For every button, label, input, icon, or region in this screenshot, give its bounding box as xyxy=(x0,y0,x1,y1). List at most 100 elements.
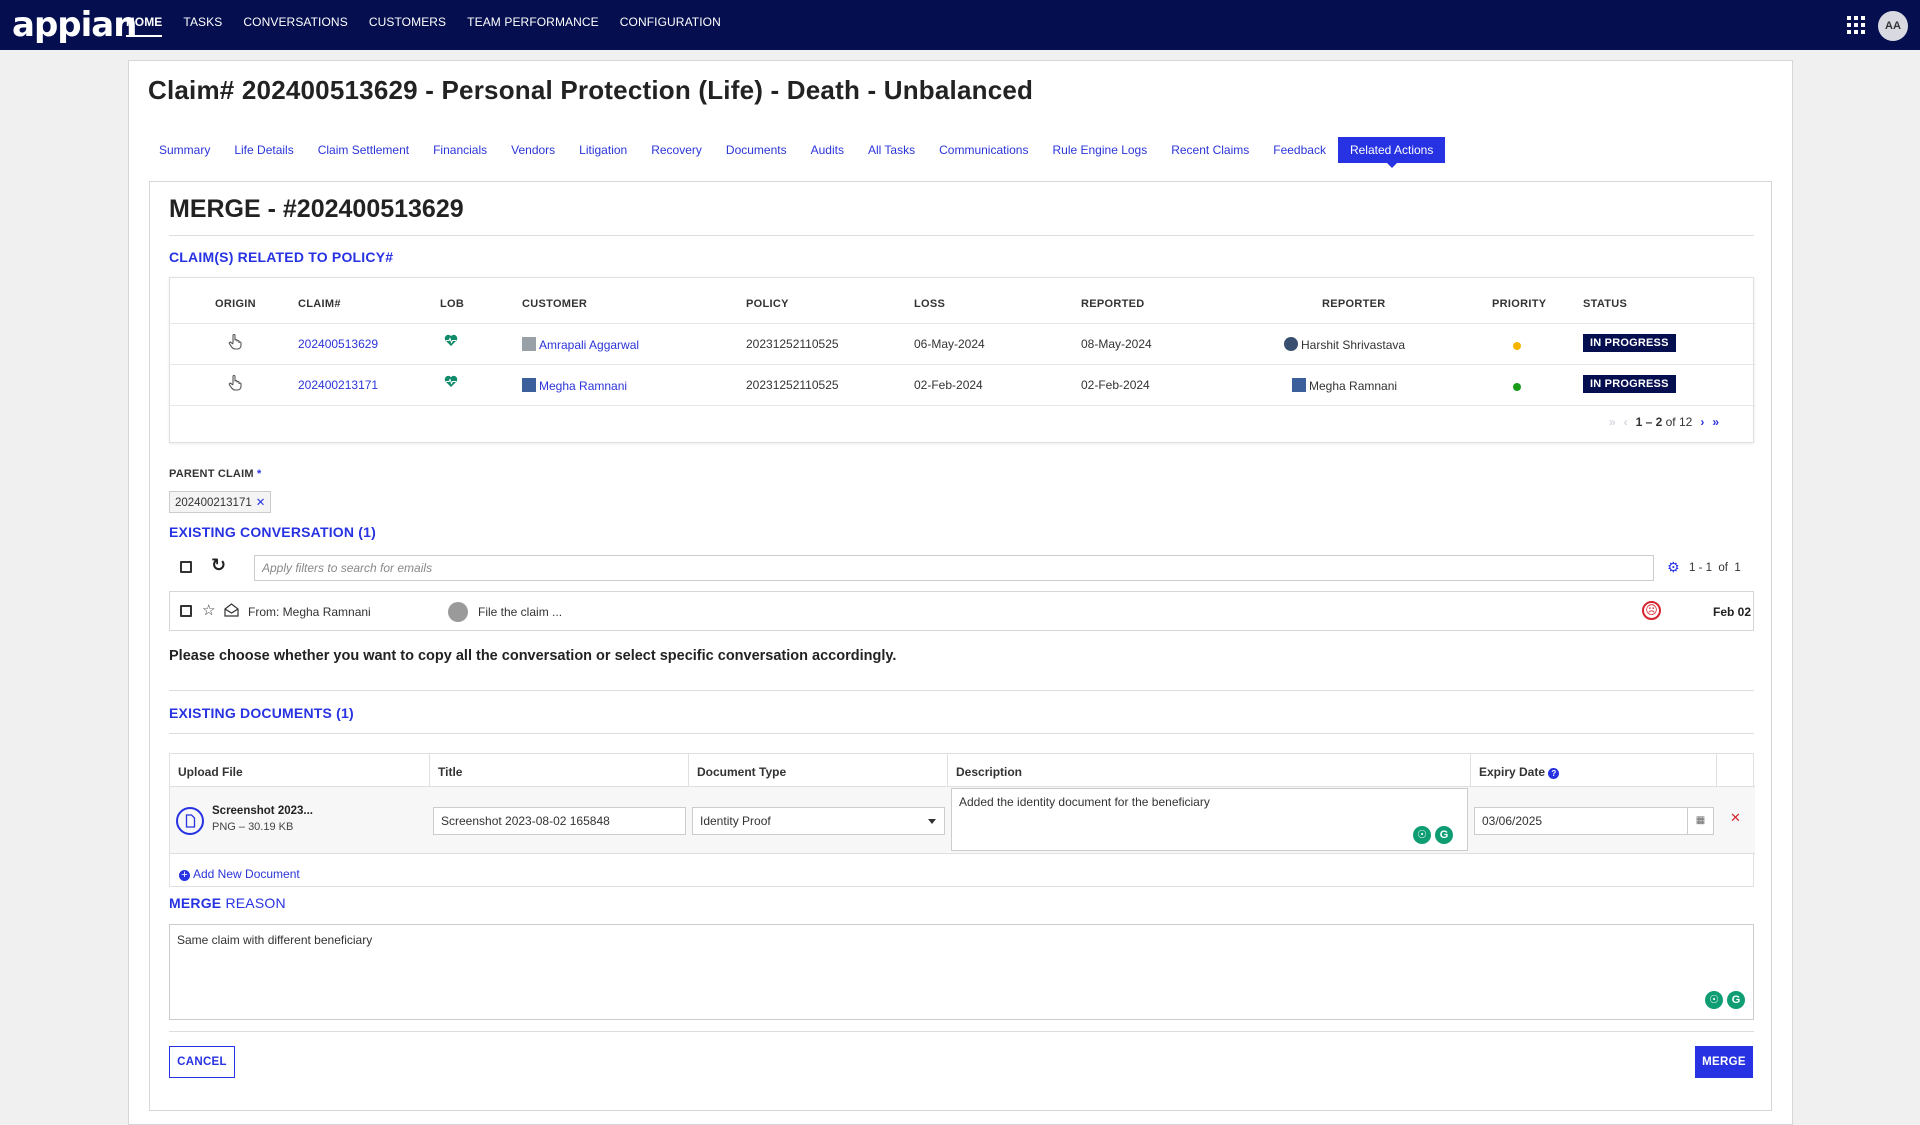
merge-reason-textarea[interactable]: Same claim with different beneficiary ☉ … xyxy=(169,924,1754,1020)
col-lob: LOB xyxy=(440,298,465,310)
tab-documents[interactable]: Documents xyxy=(714,137,799,163)
cancel-button[interactable]: CANCEL xyxy=(169,1046,235,1078)
file-name[interactable]: Screenshot 2023... xyxy=(212,805,313,817)
refresh-icon[interactable]: ↻ xyxy=(211,555,226,576)
select-all-checkbox[interactable] xyxy=(180,561,192,573)
remove-chip-icon[interactable]: ✕ xyxy=(256,497,266,509)
col-title: Title xyxy=(438,765,463,779)
file-meta: PNG – 30.19 KB xyxy=(212,821,294,833)
policy-value: 20231252110525 xyxy=(746,378,839,392)
tab-summary[interactable]: Summary xyxy=(147,137,222,163)
customer-link[interactable]: Megha Ramnani xyxy=(522,378,627,393)
nav-conversations[interactable]: CONVERSATIONS xyxy=(243,0,347,50)
document-row: Screenshot 2023... PNG – 30.19 KB Screen… xyxy=(170,787,1755,854)
user-avatar[interactable]: AA xyxy=(1878,11,1908,41)
grammarly-icon[interactable]: G xyxy=(1435,826,1453,844)
tab-related-actions[interactable]: Related Actions xyxy=(1337,137,1446,168)
tab-feedback[interactable]: Feedback xyxy=(1261,137,1338,163)
star-icon[interactable]: ☆ xyxy=(202,601,215,619)
lightbulb-icon[interactable]: ☉ xyxy=(1413,826,1431,844)
nav-team-performance[interactable]: TEAM PERFORMANCE xyxy=(467,0,599,50)
prev-page-icon[interactable]: ‹ xyxy=(1624,415,1628,429)
tab-litigation[interactable]: Litigation xyxy=(567,137,639,163)
apps-grid-icon[interactable] xyxy=(1847,16,1865,34)
gears-icon[interactable]: ⚙ xyxy=(1667,559,1680,576)
conversation-date: Feb 02 xyxy=(1713,605,1752,619)
col-customer: CUSTOMER xyxy=(522,298,588,310)
grammarly-widget[interactable]: ☉ G xyxy=(1413,826,1453,844)
envelope-open-icon xyxy=(224,603,239,620)
customer-link[interactable]: Amrapali Aggarwal xyxy=(522,337,639,352)
claim-card: Claim# 202400513629 - Personal Protectio… xyxy=(128,60,1793,1125)
grammarly-icon[interactable]: G xyxy=(1727,991,1745,1009)
tab-claim-settlement[interactable]: Claim Settlement xyxy=(306,137,421,163)
merge-title: MERGE - #202400513629 xyxy=(169,195,464,223)
nav-customers[interactable]: CUSTOMERS xyxy=(369,0,446,50)
tab-life-details[interactable]: Life Details xyxy=(222,137,305,163)
sad-sentiment-icon: ☹ xyxy=(1642,601,1661,620)
description-textarea[interactable]: Added the identity document for the bene… xyxy=(951,788,1468,851)
reporter: Megha Ramnani xyxy=(1292,378,1397,393)
reporter: Harshit Shrivastava xyxy=(1284,337,1405,352)
conversation-subject: File the claim ... xyxy=(478,605,563,619)
grammarly-widget[interactable]: ☉ G xyxy=(1705,991,1745,1009)
tab-rule-engine-logs[interactable]: Rule Engine Logs xyxy=(1040,137,1159,163)
tab-recovery[interactable]: Recovery xyxy=(639,137,714,163)
document-type-select[interactable]: Identity Proof xyxy=(692,807,945,835)
divider xyxy=(169,690,1754,691)
plus-circle-icon: + xyxy=(179,870,190,881)
tab-financials[interactable]: Financials xyxy=(421,137,499,163)
heart-pulse-icon xyxy=(444,334,458,350)
tab-audits[interactable]: Audits xyxy=(799,137,856,163)
document-title-input[interactable]: Screenshot 2023-08-02 165848 xyxy=(433,807,686,835)
email-search-input[interactable]: Apply filters to search for emails xyxy=(254,555,1654,581)
loss-date: 06-May-2024 xyxy=(914,337,985,351)
conversation-toolbar: ↻ Apply filters to search for emails ⚙ 1… xyxy=(169,552,1754,581)
tab-all-tasks[interactable]: All Tasks xyxy=(856,137,927,163)
parent-claim-label: PARENT CLAIM * xyxy=(169,468,262,480)
nav-tasks[interactable]: TASKS xyxy=(183,0,222,50)
next-page-icon[interactable]: › xyxy=(1700,415,1704,429)
nav-home[interactable]: HOME xyxy=(126,0,163,50)
appian-logo[interactable]: appian xyxy=(12,0,137,50)
divider xyxy=(169,1031,1754,1032)
col-upload-file: Upload File xyxy=(178,765,243,779)
documents-table: Upload File Title Document Type Descript… xyxy=(169,753,1755,887)
table-row: 202400213171 Megha Ramnani 2023125211052… xyxy=(170,364,1755,404)
col-claim: CLAIM# xyxy=(298,298,341,310)
claim-link[interactable]: 202400213171 xyxy=(298,378,378,392)
reporter-photo-icon xyxy=(1292,378,1306,392)
pager-info: 1 – 2 of 12 xyxy=(1635,415,1693,429)
first-page-icon[interactable]: » xyxy=(1609,415,1616,429)
claim-tabs: Summary Life Details Claim Settlement Fi… xyxy=(147,137,1446,168)
lightbulb-icon[interactable]: ☉ xyxy=(1705,991,1723,1009)
status-badge: IN PROGRESS xyxy=(1583,375,1676,393)
last-page-icon[interactable]: » xyxy=(1712,415,1719,429)
tab-recent-claims[interactable]: Recent Claims xyxy=(1159,137,1261,163)
priority-dot xyxy=(1513,342,1521,350)
caret-down-icon xyxy=(928,819,936,824)
tab-communications[interactable]: Communications xyxy=(927,137,1040,163)
expiry-date-input[interactable]: 03/06/2025 ▦ xyxy=(1474,807,1714,835)
conversation-row[interactable]: ☆ From: Megha Ramnani File the claim ...… xyxy=(169,591,1754,631)
file-icon xyxy=(176,807,204,835)
help-icon[interactable]: ? xyxy=(1548,768,1560,779)
merge-reason-title: MERGE REASON xyxy=(169,895,286,911)
row-checkbox[interactable] xyxy=(180,605,192,617)
hand-pointer-icon xyxy=(228,333,242,353)
reported-date: 02-Feb-2024 xyxy=(1081,378,1150,392)
delete-document-icon[interactable]: ✕ xyxy=(1730,810,1741,826)
add-new-document-link[interactable]: + Add New Document xyxy=(179,867,300,881)
merge-button[interactable]: MERGE xyxy=(1695,1046,1753,1078)
reported-date: 08-May-2024 xyxy=(1081,337,1152,351)
documents-header: Upload File Title Document Type Descript… xyxy=(170,754,1755,787)
claim-link[interactable]: 202400513629 xyxy=(298,337,378,351)
calendar-icon[interactable]: ▦ xyxy=(1687,808,1713,834)
tab-vendors[interactable]: Vendors xyxy=(499,137,567,163)
parent-claim-chip[interactable]: 202400213171 ✕ xyxy=(169,491,272,513)
top-navigation-bar: appian HOME TASKS CONVERSATIONS CUSTOMER… xyxy=(0,0,1920,50)
page-title: Claim# 202400513629 - Personal Protectio… xyxy=(148,75,1034,105)
conversation-title: EXISTING CONVERSATION (1) xyxy=(169,524,376,540)
nav-configuration[interactable]: CONFIGURATION xyxy=(620,0,721,50)
documents-title: EXISTING DOCUMENTS (1) xyxy=(169,705,354,721)
